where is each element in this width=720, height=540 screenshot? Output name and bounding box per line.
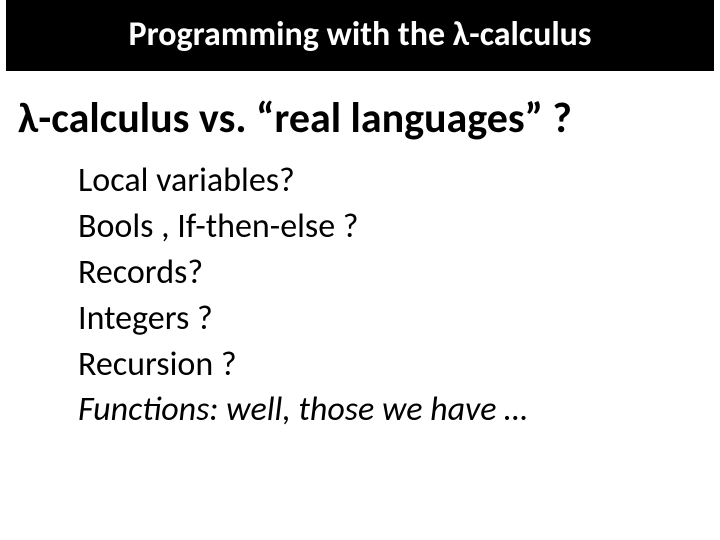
list-item: Integers ? [78, 296, 720, 342]
list-item: Bools , If-then-else ? [78, 204, 720, 250]
slide: Programming with the λ-calculus λ-calcul… [0, 0, 720, 540]
slide-subheading: λ-calculus vs. “real languages” ? [18, 93, 720, 144]
list-item: Recursion ? [78, 342, 720, 388]
list-item: Local variables? [78, 158, 720, 204]
slide-title: Programming with the λ-calculus [6, 0, 714, 71]
list-item: Records? [78, 250, 720, 296]
bullet-list: Local variables? Bools , If-then-else ? … [78, 158, 720, 433]
list-item: Functions: well, those we have … [78, 387, 720, 433]
